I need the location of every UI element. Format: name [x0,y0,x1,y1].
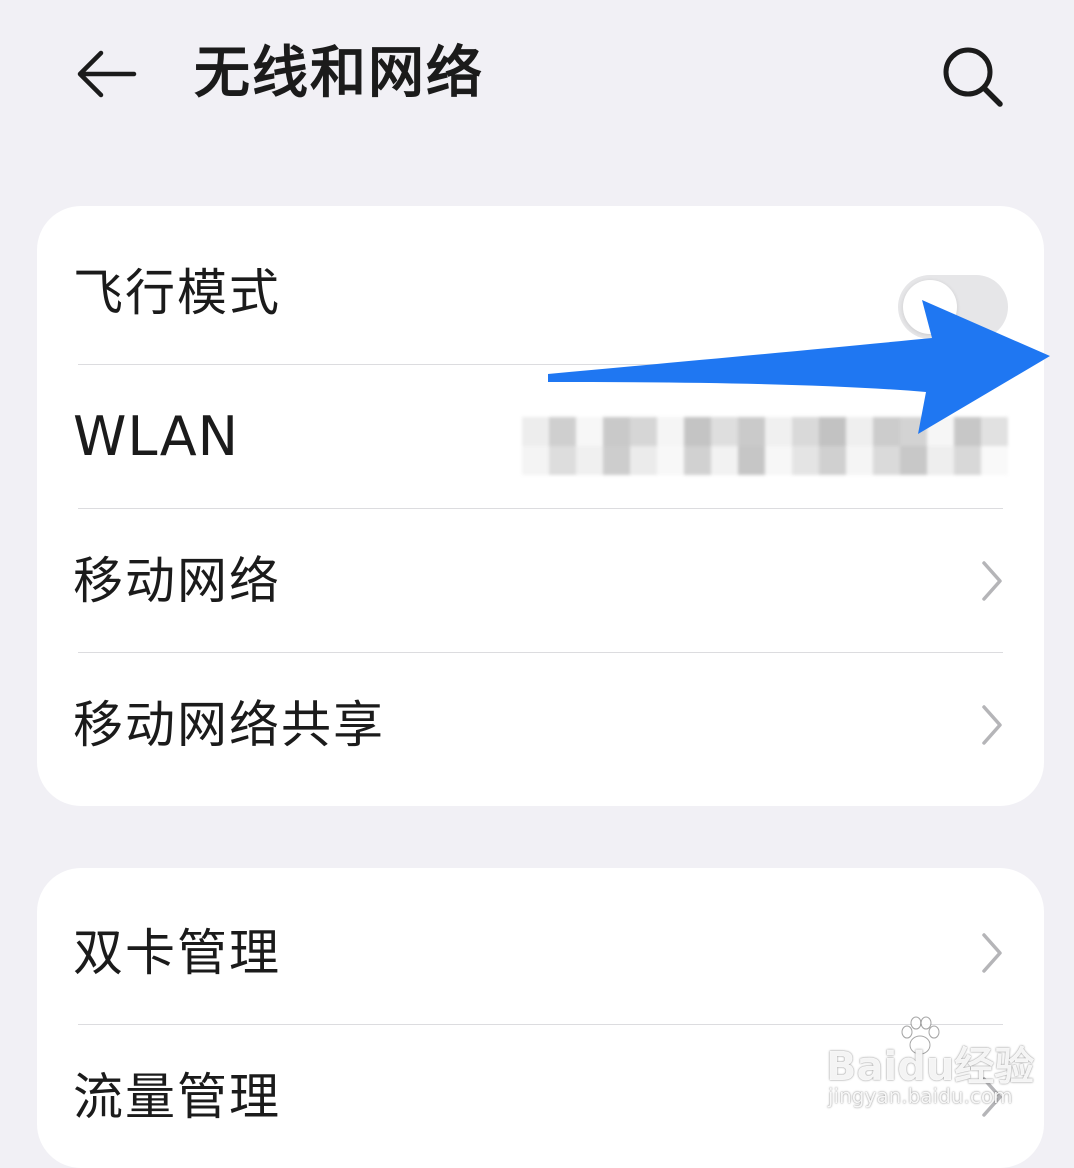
dual-sim-label: 双卡管理 [73,924,281,982]
chevron-right-icon [982,705,1002,745]
chevron-right-icon [982,561,1002,601]
baidu-jingyan-watermark: Baidu经验 jingyan.baidu.com [826,1016,1034,1118]
wlan-label: WLAN [73,405,240,468]
data-usage-label: 流量管理 [73,1068,281,1126]
blue-arrow-right-icon [548,300,1050,434]
dual-sim-row[interactable]: 双卡管理 [37,881,1044,1025]
hotspot-tethering-row[interactable]: 移动网络共享 [37,653,1044,797]
search-icon [943,47,1003,107]
page-title: 无线和网络 [194,41,484,106]
title-bar: 无线和网络 [0,0,1074,150]
watermark-url: jingyan.baidu.com [828,1084,1013,1108]
hotspot-tethering-label: 移动网络共享 [73,696,385,754]
back-button[interactable] [72,42,142,106]
search-button[interactable] [936,40,1008,112]
airplane-mode-label: 飞行模式 [73,264,281,322]
mobile-network-row[interactable]: 移动网络 [37,509,1044,653]
arrow-left-icon [77,50,137,98]
chevron-right-icon [982,933,1002,973]
mobile-network-label: 移动网络 [73,552,281,610]
